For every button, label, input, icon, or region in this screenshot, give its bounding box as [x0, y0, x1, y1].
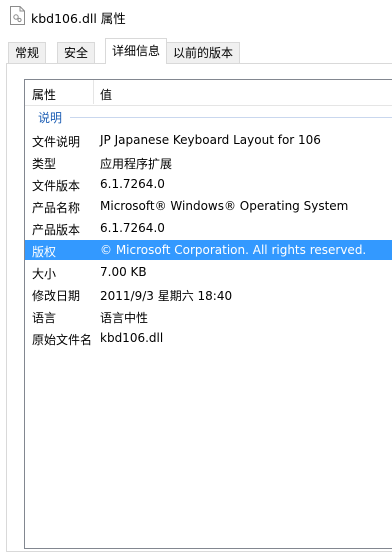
title-bar: kbd106.dll 属性 [0, 0, 392, 32]
list-header: 属性 值 [25, 80, 392, 106]
property-name: 产品版本 [32, 223, 81, 237]
property-name: 文件版本 [32, 179, 81, 193]
property-row-selected[interactable]: 版权 © Microsoft Corporation. All rights r… [25, 240, 392, 260]
property-value: 2011/9/3 星期六 18:40 [100, 289, 233, 303]
property-value: © Microsoft Corporation. All rights rese… [100, 243, 367, 257]
property-name: 产品名称 [32, 201, 81, 215]
property-row[interactable]: 语言 语言中性 [25, 306, 392, 326]
property-name: 文件说明 [32, 135, 81, 149]
column-header-value[interactable]: 值 [100, 86, 112, 103]
property-value: kbd106.dll [100, 331, 164, 345]
property-name: 版权 [32, 245, 57, 259]
property-value: 6.1.7264.0 [100, 177, 165, 191]
property-value: 应用程序扩展 [100, 157, 173, 171]
property-name: 原始文件名 [32, 333, 93, 347]
dll-file-icon [10, 6, 25, 25]
tab-strip: 常规 安全 详细信息 以前的版本 [0, 38, 392, 64]
property-value: 6.1.7264.0 [100, 221, 165, 235]
tab-security[interactable]: 安全 [57, 42, 96, 63]
property-value: 语言中性 [100, 311, 149, 325]
property-value: 7.00 KB [100, 265, 147, 279]
property-value: JP Japanese Keyboard Layout for 106 [100, 133, 321, 147]
group-label: 说明 [38, 111, 63, 125]
group-divider [70, 117, 392, 118]
property-row[interactable]: 大小 7.00 KB [25, 262, 392, 282]
property-row[interactable]: 文件说明 JP Japanese Keyboard Layout for 106 [25, 130, 392, 150]
property-row[interactable]: 产品名称 Microsoft® Windows® Operating Syste… [25, 196, 392, 216]
column-header-property[interactable]: 属性 [32, 86, 56, 103]
group-header-description: 说明 [25, 107, 392, 127]
tab-previous-versions[interactable]: 以前的版本 [166, 42, 241, 63]
property-name: 修改日期 [32, 289, 81, 303]
property-row[interactable]: 产品版本 6.1.7264.0 [25, 218, 392, 238]
window-title: kbd106.dll 属性 [31, 11, 126, 26]
tab-general[interactable]: 常规 [8, 42, 47, 63]
property-row[interactable]: 文件版本 6.1.7264.0 [25, 174, 392, 194]
property-name: 语言 [32, 311, 57, 325]
property-value: Microsoft® Windows® Operating System [100, 199, 349, 213]
property-name: 类型 [32, 157, 57, 171]
property-row[interactable]: 类型 应用程序扩展 [25, 152, 392, 172]
property-row[interactable]: 原始文件名 kbd106.dll [25, 328, 392, 348]
tab-details[interactable]: 详细信息 [105, 38, 168, 64]
property-row[interactable]: 修改日期 2011/9/3 星期六 18:40 [25, 284, 392, 304]
properties-list[interactable]: 属性 值 说明 文件说明 JP Japanese Keyboard Layout… [24, 79, 392, 549]
property-name: 大小 [32, 267, 57, 281]
column-divider[interactable] [93, 80, 94, 104]
